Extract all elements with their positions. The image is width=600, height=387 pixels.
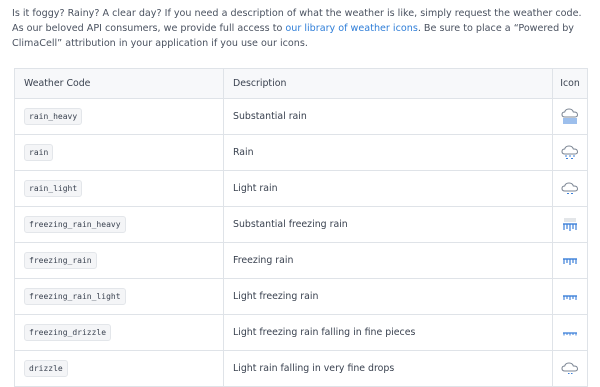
weather-description: Light rain falling in very fine drops [233,363,395,374]
weather-code: rain [24,144,54,161]
cloud-heavy-rain-icon [553,99,587,134]
table-row: drizzle Light rain falling in very fine … [15,351,587,387]
weather-code: rain_heavy [24,108,83,125]
weather-description: Freezing rain [233,255,294,266]
cloud-drizzle-icon [553,351,587,386]
table-row: freezing_rain Freezing rain [15,243,587,279]
table-row: rain Rain [15,135,587,171]
freezing-rain-light-icon [553,279,587,314]
freezing-drizzle-icon [553,315,587,350]
weather-icons-link[interactable]: our library of weather icons [285,23,417,34]
table-row: rain_light Light rain [15,171,587,207]
weather-description: Substantial freezing rain [233,219,348,230]
weather-code: freezing_drizzle [24,324,112,341]
header-description: Description [233,78,287,89]
weather-description: Substantial rain [233,111,307,122]
table-row: freezing_drizzle Light freezing rain fal… [15,315,587,351]
weather-description: Light rain [233,183,278,194]
table-row: freezing_rain_heavy Substantial freezing… [15,207,587,243]
header-weather-code: Weather Code [24,78,91,89]
freezing-rain-heavy-icon [553,207,587,242]
weather-description: Light freezing rain falling in fine piec… [233,327,416,338]
cloud-rain-icon [553,135,587,170]
table-row: rain_heavy Substantial rain [15,99,587,135]
intro-paragraph: Is it foggy? Rainy? A clear day? If you … [12,6,592,51]
weather-description: Light freezing rain [233,291,319,302]
table-row: freezing_rain_light Light freezing rain [15,279,587,315]
header-icon: Icon [560,78,580,89]
weather-code: rain_light [24,180,83,197]
cloud-light-rain-icon [553,171,587,206]
weather-code: freezing_rain [24,252,97,269]
weather-code-table: Weather Code Description Icon rain_heavy… [14,68,588,387]
weather-code: drizzle [24,360,68,377]
weather-description: Rain [233,147,254,158]
freezing-rain-icon [553,243,587,278]
weather-code: freezing_rain_heavy [24,216,126,233]
table-header: Weather Code Description Icon [15,69,587,99]
weather-code: freezing_rain_light [24,288,126,305]
